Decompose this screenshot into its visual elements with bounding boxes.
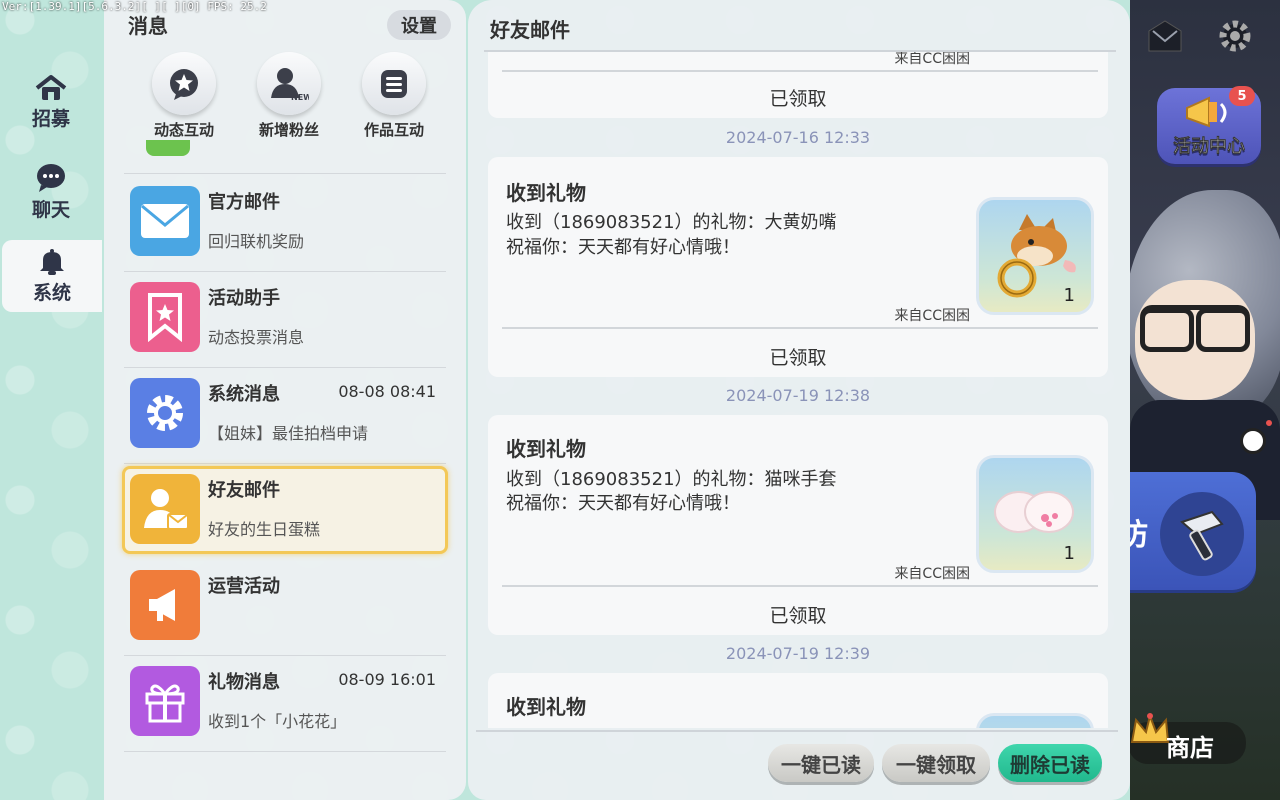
character-glasses bbox=[1140, 305, 1250, 352]
gift-line1: 收到（1869083521）的礼物：大黄奶嘴 bbox=[506, 212, 837, 233]
claimed-status[interactable]: 已领取 bbox=[488, 343, 1108, 370]
debug-overlay: Ver:[1.39.1][5.6.3.2][ ][ ][0] FPS: 25.2 bbox=[2, 0, 267, 13]
mailbox-icon[interactable] bbox=[1143, 14, 1187, 58]
mail-from: 来自CC困困 bbox=[894, 566, 970, 582]
gift-title: 收到礼物 bbox=[506, 181, 586, 205]
gift-line2: 祝福你：天天都有好心情哦！ bbox=[506, 237, 740, 258]
envelope-icon bbox=[130, 186, 200, 256]
message-panel-title: 消息 bbox=[128, 14, 168, 38]
claimed-status[interactable]: 已领取 bbox=[488, 601, 1108, 628]
gift-line1: 收到（1869083521）的礼物：猫咪手套 bbox=[506, 469, 837, 490]
item-title: 活动助手 bbox=[208, 288, 280, 309]
mail-card-partial: 来自CC困困 已领取 bbox=[488, 52, 1108, 118]
list-item-operation-activity[interactable]: 运营活动 bbox=[120, 560, 450, 656]
partial-green-icon bbox=[146, 140, 190, 156]
mail-panel-title: 好友邮件 bbox=[490, 18, 570, 42]
list-item-system-messages[interactable]: 系统消息 08-08 08:41 【姐妹】最佳拍档申请 bbox=[120, 368, 450, 464]
item-title: 礼物消息 bbox=[208, 672, 280, 693]
shop-button[interactable]: 商店 bbox=[1128, 712, 1246, 764]
list-item-gift-messages[interactable]: 礼物消息 08-09 16:01 收到1个「小花花」 bbox=[120, 656, 450, 752]
claimed-status[interactable]: 已领取 bbox=[488, 84, 1108, 111]
tab-recruit[interactable]: 招募 bbox=[2, 68, 100, 136]
bookmark-star-icon bbox=[130, 282, 200, 352]
megaphone-icon bbox=[1186, 96, 1227, 128]
mail-card-gift: 收到礼物 收到（1869083521）的礼物：猫咪手套 祝福你：天天都有好心情哦… bbox=[488, 415, 1108, 635]
mail-card-gift: 收到礼物 收到（1869083521）的礼物：大黄奶嘴 祝福你：天天都有好心情哦… bbox=[488, 157, 1108, 377]
friend-mail-panel: 好友邮件 来自CC困困 已领取 2024-07-16 12:33 收到礼物 收到… bbox=[468, 0, 1130, 800]
tab-system-label: 系统 bbox=[32, 281, 71, 304]
footer-divider bbox=[476, 730, 1118, 732]
item-title: 官方邮件 bbox=[208, 192, 280, 213]
list-item-activity-helper[interactable]: 活动助手 动态投票消息 bbox=[120, 272, 450, 368]
gift-item-thumbnail[interactable]: 1 bbox=[976, 455, 1094, 573]
friend-mail-icon bbox=[130, 474, 200, 544]
mail-date: 2024-07-16 12:33 bbox=[725, 128, 871, 147]
house-icon bbox=[35, 74, 67, 100]
quick-label: 动态互动 bbox=[153, 121, 214, 139]
mail-date: 2024-07-19 12:39 bbox=[725, 644, 871, 663]
item-subtitle: 回归联机奖励 bbox=[208, 232, 305, 251]
activity-badge: 5 bbox=[1229, 86, 1255, 106]
mail-from: 来自CC困困 bbox=[894, 308, 970, 324]
gift-line2: 祝福你：天天都有好心情哦！ bbox=[506, 493, 740, 514]
quick-dynamic-interaction[interactable]: 动态互动 bbox=[134, 52, 234, 140]
quick-new-fans[interactable]: NEW 新增粉丝 bbox=[239, 52, 339, 140]
item-subtitle: 好友的生日蛋糕 bbox=[208, 520, 321, 539]
gift-count: 1 bbox=[1063, 285, 1075, 306]
megaphone-icon bbox=[130, 570, 200, 640]
quick-label: 新增粉丝 bbox=[258, 121, 319, 139]
gear-icon bbox=[130, 378, 200, 448]
quick-label: 作品互动 bbox=[363, 121, 424, 139]
bell-icon bbox=[40, 248, 64, 275]
tab-system[interactable]: 系统 bbox=[2, 240, 102, 312]
item-subtitle: 动态投票消息 bbox=[208, 328, 305, 347]
mail-scroll-area[interactable]: 来自CC困困 已领取 2024-07-16 12:33 收到礼物 收到（1869… bbox=[488, 52, 1110, 728]
floating-scroll-handle[interactable] bbox=[1240, 428, 1266, 454]
new-fan-icon: NEW bbox=[257, 52, 321, 115]
gift-item-thumbnail[interactable] bbox=[976, 713, 1094, 728]
mail-card-gift: 收到礼物 bbox=[488, 673, 1108, 728]
gift-title: 收到礼物 bbox=[506, 437, 586, 461]
quick-work-interaction[interactable]: 作品互动 bbox=[344, 52, 444, 140]
settings-gear-icon[interactable] bbox=[1213, 14, 1257, 58]
gift-icon bbox=[130, 666, 200, 736]
item-time: 08-09 16:01 bbox=[338, 670, 436, 689]
tab-chat-label: 聊天 bbox=[31, 198, 70, 221]
shop-label: 商店 bbox=[1166, 734, 1214, 762]
delete-read-button[interactable]: 删除已读 bbox=[998, 744, 1102, 782]
tab-recruit-label: 招募 bbox=[31, 107, 70, 130]
hammer-icon bbox=[1160, 492, 1244, 576]
quick-action-row: 动态互动 NEW 新增粉丝 作品互动 bbox=[134, 52, 444, 140]
claim-all-button[interactable]: 一键领取 bbox=[882, 744, 990, 782]
tab-chat[interactable]: 聊天 bbox=[2, 158, 100, 226]
star-chat-icon bbox=[152, 52, 216, 115]
message-panel: 消息 设置 动态互动 NEW 新增粉丝 作品互动 官方邮件 回归联机奖励 活动助… bbox=[104, 0, 466, 800]
document-list-icon bbox=[362, 52, 426, 115]
gift-title: 收到礼物 bbox=[506, 695, 586, 719]
item-time: 08-08 08:41 bbox=[338, 382, 436, 401]
mark-all-read-button[interactable]: 一键已读 bbox=[768, 744, 874, 782]
notification-dot bbox=[1266, 420, 1272, 426]
item-title: 好友邮件 bbox=[208, 480, 280, 501]
list-item-partial[interactable] bbox=[120, 140, 450, 174]
item-subtitle: 【姐妹】最佳拍档申请 bbox=[208, 424, 369, 443]
item-title: 运营活动 bbox=[208, 576, 280, 597]
new-badge-text: NEW bbox=[291, 93, 309, 102]
left-tab-column: 招募 聊天 系统 bbox=[0, 52, 104, 332]
chat-bubble-icon bbox=[37, 163, 65, 192]
settings-button[interactable]: 设置 bbox=[387, 10, 451, 40]
gift-item-thumbnail[interactable]: 1 bbox=[976, 197, 1094, 315]
item-subtitle: 收到1个「小花花」 bbox=[208, 712, 347, 731]
mail-date: 2024-07-19 12:38 bbox=[725, 386, 871, 405]
activity-center-button[interactable]: 5 活动中心 bbox=[1157, 86, 1261, 164]
list-item-friend-mail[interactable]: 好友邮件 好友的生日蛋糕 bbox=[120, 464, 450, 560]
mail-from: 来自CC困困 bbox=[894, 52, 970, 67]
gift-count: 1 bbox=[1063, 543, 1075, 564]
item-title: 系统消息 bbox=[208, 384, 280, 405]
list-item-official-mail[interactable]: 官方邮件 回归联机奖励 bbox=[120, 176, 450, 272]
activity-center-label: 活动中心 bbox=[1173, 136, 1245, 157]
